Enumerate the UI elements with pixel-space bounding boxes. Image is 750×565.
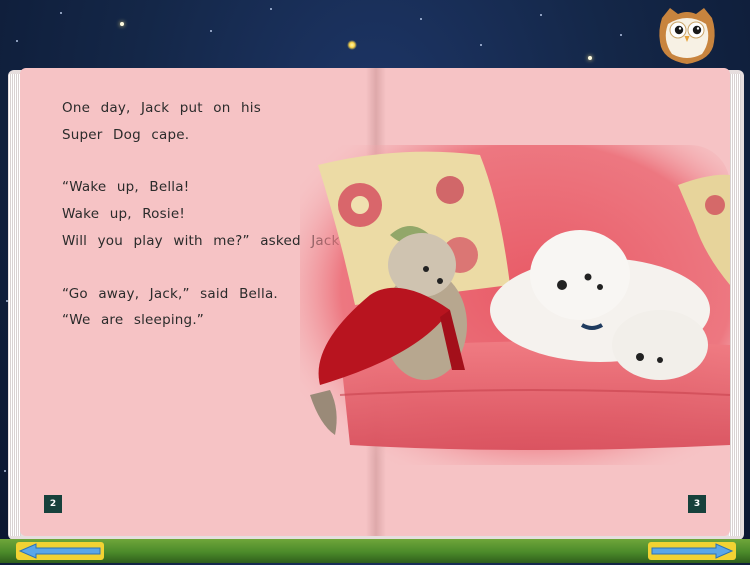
page-edge-right [729, 74, 741, 536]
star [420, 18, 422, 20]
star [60, 12, 62, 14]
star [120, 22, 124, 26]
star [4, 470, 6, 472]
star [210, 30, 212, 32]
story-line: “Go away, Jack,” said Bella. [62, 286, 278, 302]
right-arrow-icon [648, 542, 736, 560]
forward-button[interactable] [646, 541, 736, 561]
story-line: One day, Jack put on his [62, 100, 261, 116]
star [16, 40, 18, 42]
owl-icon[interactable] [656, 4, 718, 66]
back-button[interactable] [14, 541, 104, 561]
star [540, 14, 542, 16]
star [347, 40, 357, 50]
left-arrow-icon [16, 542, 104, 560]
star [588, 56, 592, 60]
dogs-on-sofa-illustration [300, 145, 731, 465]
star [480, 44, 482, 46]
star [270, 8, 272, 10]
story-line: Super Dog cape. [62, 127, 190, 143]
star [620, 34, 622, 36]
bottom-nav-bar [0, 539, 750, 563]
page-number-left: 2 [44, 495, 62, 513]
story-line: Wake up, Rosie! [62, 206, 185, 222]
page-number-right: 3 [688, 495, 706, 513]
story-line: “Wake up, Bella! [62, 179, 190, 195]
story-line: “We are sleeping.” [62, 312, 204, 328]
